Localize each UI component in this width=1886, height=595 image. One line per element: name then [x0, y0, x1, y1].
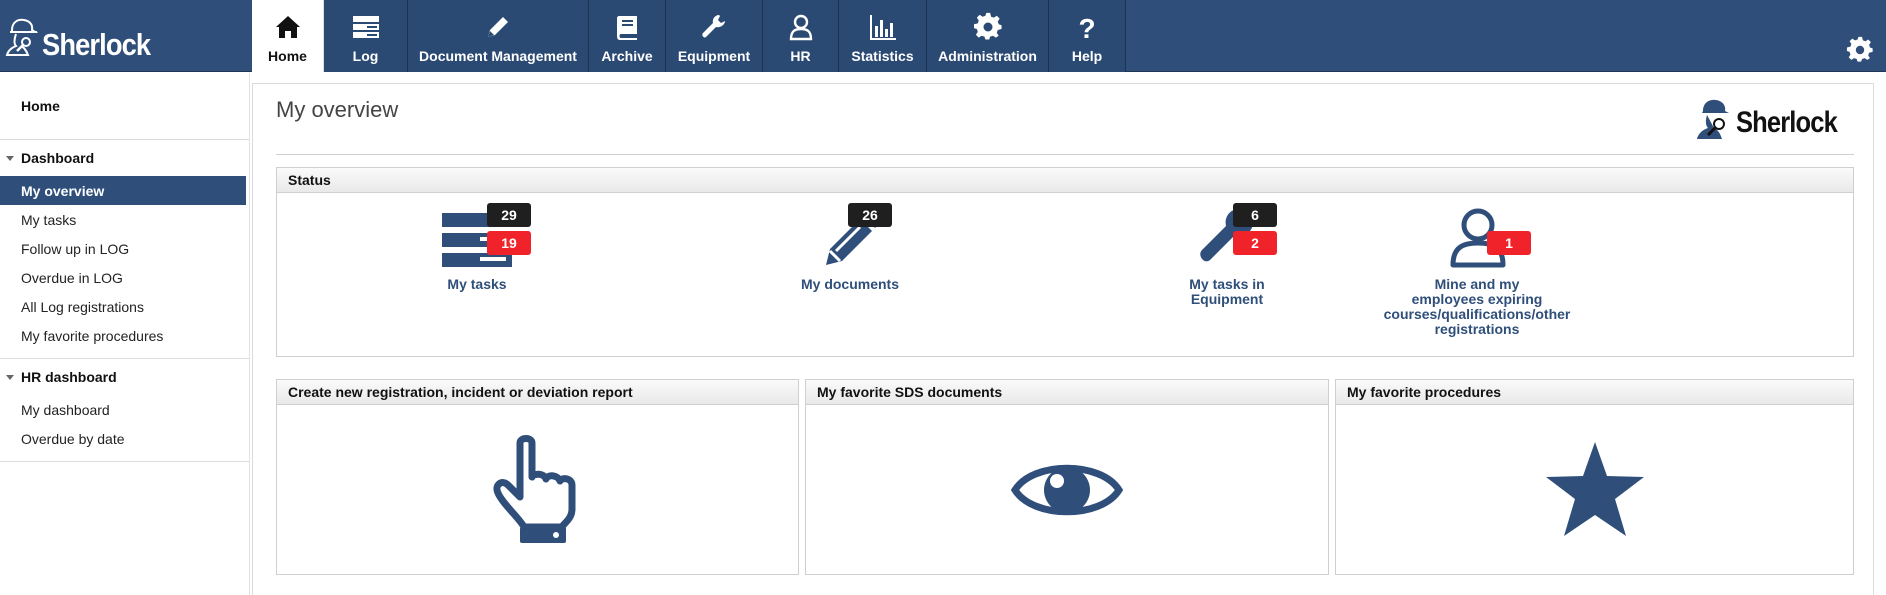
status-panel-header: Status — [277, 168, 1853, 193]
main-content: My overview Sherlock Status 29 19 My tas… — [252, 83, 1874, 595]
equipment-count-badge: 6 — [1233, 203, 1277, 227]
create-registration-panel: Create new registration, incident or dev… — [276, 379, 799, 575]
status-tile-label: My documents — [800, 276, 899, 292]
eye-icon — [1011, 464, 1123, 516]
pencil-icon — [488, 17, 508, 37]
favorite-procedures-panel: My favorite procedures — [1335, 379, 1854, 575]
nav-hr[interactable]: HR — [763, 0, 839, 72]
caret-down-icon — [6, 155, 14, 161]
status-tile-my-tasks[interactable]: 29 19 My tasks — [377, 193, 577, 353]
wrench-icon — [702, 15, 725, 38]
nav-document-management[interactable]: Document Management — [408, 0, 589, 72]
caret-down-icon — [6, 374, 14, 380]
sidebar-item-my-tasks[interactable]: My tasks — [0, 205, 249, 234]
sidebar-group-label: HR dashboard — [21, 369, 117, 385]
home-icon — [275, 16, 300, 38]
favorite-sds-button[interactable] — [806, 405, 1328, 575]
question-icon: ? — [1078, 13, 1095, 42]
book-icon — [617, 16, 637, 40]
favorite-sds-panel: My favorite SDS documents — [805, 379, 1329, 575]
log-icon — [352, 16, 379, 38]
sidebar-group-dashboard[interactable]: Dashboard — [0, 140, 249, 176]
expiring-count-badge: 1 — [1487, 231, 1531, 255]
equipment-overdue-badge: 2 — [1233, 231, 1277, 255]
sidebar-group-hr-dashboard[interactable]: HR dashboard — [0, 359, 249, 395]
gear-icon — [973, 12, 1002, 40]
status-panel: Status 29 19 My tasks 26 My documents 6 … — [276, 167, 1854, 357]
sidebar-item-overdue-log[interactable]: Overdue in LOG — [0, 263, 249, 292]
page-title: My overview — [276, 97, 399, 122]
main-nav: Home Log Document Management Archive Equ… — [252, 0, 1126, 72]
status-tile-equipment-tasks[interactable]: 6 2 My tasks in Equipment — [1127, 193, 1327, 353]
pointing-hand-icon — [493, 435, 575, 543]
sidebar-group-label: Dashboard — [21, 150, 95, 166]
detective-logo-icon — [5, 18, 39, 56]
favorite-procedures-button[interactable] — [1336, 405, 1853, 575]
user-icon — [789, 14, 812, 41]
brand-logo[interactable]: Sherlock — [0, 0, 252, 72]
bar-chart-icon — [869, 15, 896, 40]
nav-home[interactable]: Home — [252, 0, 324, 72]
documents-count-badge: 26 — [848, 203, 892, 227]
svg-text:?: ? — [1078, 13, 1095, 42]
nav-help[interactable]: ? Help — [1049, 0, 1126, 72]
brand-name: Sherlock — [42, 27, 151, 62]
nav-administration[interactable]: Administration — [927, 0, 1049, 72]
panel-header: Create new registration, incident or dev… — [277, 380, 798, 405]
status-tile-label: My tasks — [447, 276, 507, 292]
tasks-count-badge: 29 — [487, 203, 531, 227]
status-tile-label: My tasks in Equipment — [1189, 276, 1265, 307]
status-tile-my-documents[interactable]: 26 My documents — [750, 193, 950, 353]
sidebar-item-overdue-by-date[interactable]: Overdue by date — [0, 424, 249, 453]
status-tile-expiring-courses[interactable]: 1 Mine and my employees expiring courses… — [1347, 193, 1607, 353]
sidebar-item-all-log-registrations[interactable]: All Log registrations — [0, 292, 249, 321]
nav-equipment[interactable]: Equipment — [666, 0, 763, 72]
star-icon — [1545, 442, 1644, 536]
logo-text: Sherlock — [1736, 106, 1838, 139]
detective-logo-icon — [1697, 99, 1730, 139]
sidebar-item-my-dashboard[interactable]: My dashboard — [0, 395, 249, 424]
nav-log[interactable]: Log — [324, 0, 408, 72]
nav-archive[interactable]: Archive — [589, 0, 666, 72]
create-registration-button[interactable] — [277, 405, 798, 575]
sherlock-logo: Sherlock — [1694, 96, 1855, 140]
sidebar: Home Dashboard My overview My tasks Foll… — [0, 73, 250, 595]
divider — [276, 154, 1854, 155]
nav-statistics[interactable]: Statistics — [839, 0, 927, 72]
settings-gear-icon[interactable] — [1846, 36, 1874, 64]
status-tile-label: Mine and my employees expiring courses/q… — [1383, 276, 1571, 337]
sidebar-item-follow-up-log[interactable]: Follow up in LOG — [0, 234, 249, 263]
panel-header: My favorite procedures — [1336, 380, 1853, 405]
tasks-overdue-badge: 19 — [487, 231, 531, 255]
top-navigation-bar: Sherlock Home Log Document Management Ar… — [0, 0, 1886, 72]
sidebar-item-my-overview[interactable]: My overview — [0, 176, 246, 205]
panel-header: My favorite SDS documents — [806, 380, 1328, 405]
sidebar-item-home[interactable]: Home — [0, 73, 249, 139]
sidebar-item-favorite-procedures[interactable]: My favorite procedures — [0, 321, 249, 350]
